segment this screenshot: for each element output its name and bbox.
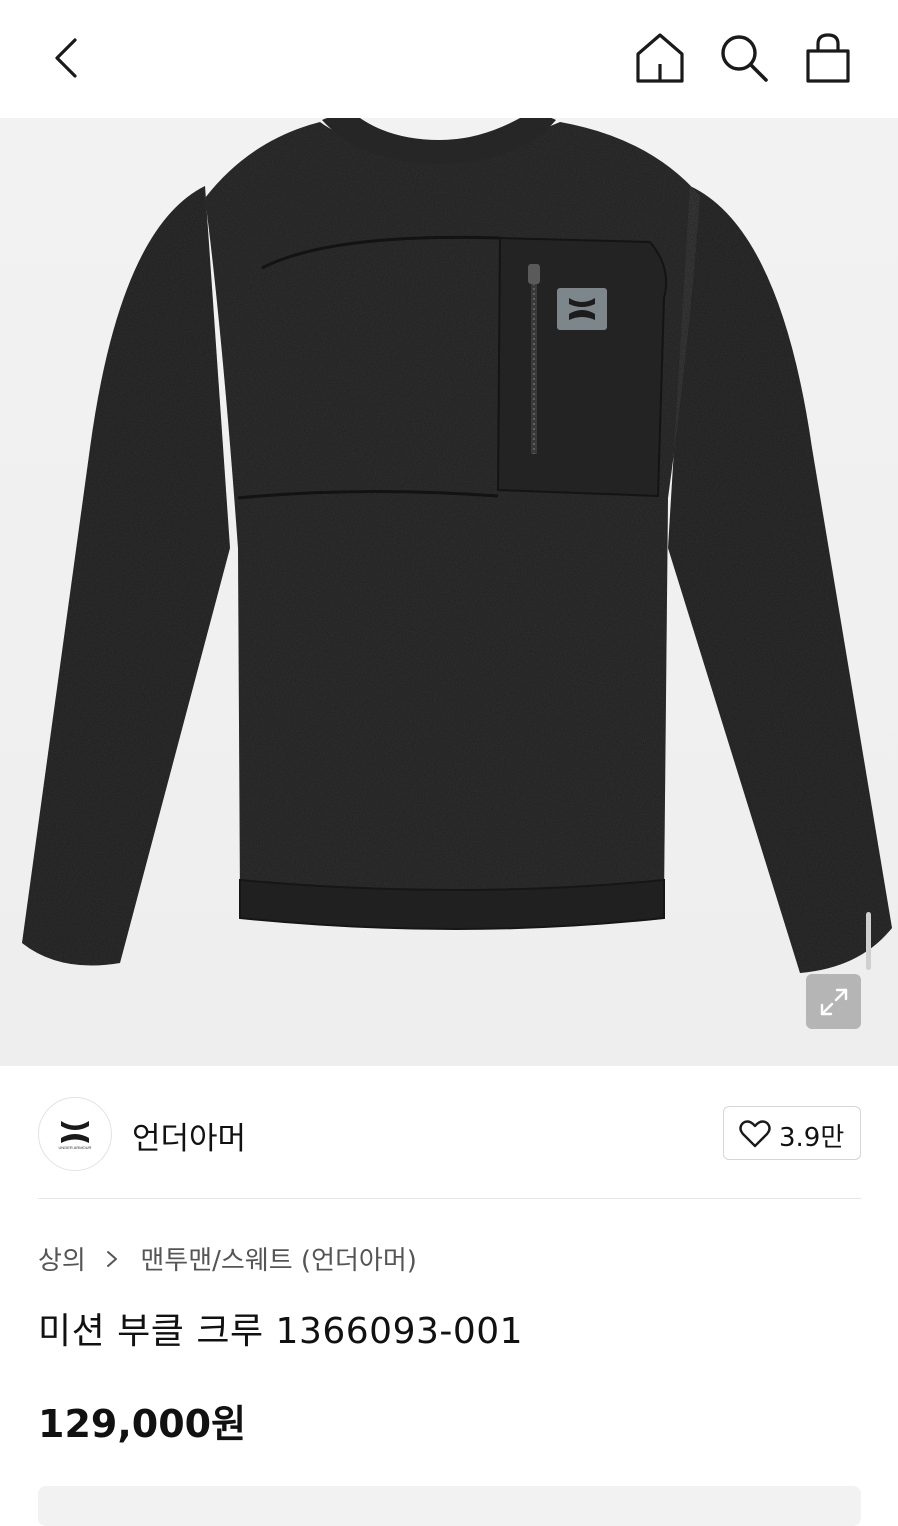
search-icon [721, 35, 768, 82]
chest-pocket [496, 236, 668, 498]
like-count: 3.9만 [779, 1123, 845, 1153]
under-armour-logo-icon: UNDER ARMOUR [59, 1121, 92, 1150]
back-button[interactable] [44, 34, 88, 82]
home-icon [636, 33, 684, 83]
home-button[interactable] [634, 32, 686, 84]
brand-row: UNDER ARMOUR 언더아머 3.9만 [38, 1097, 861, 1171]
expand-icon [820, 988, 848, 1016]
product-image-gallery[interactable] [0, 118, 898, 1066]
section-divider [38, 1198, 861, 1199]
brand-logo[interactable]: UNDER ARMOUR [38, 1097, 112, 1171]
heart-icon [739, 1120, 771, 1148]
product-image [22, 118, 892, 973]
cart-button[interactable] [804, 32, 852, 84]
chevron-right-icon [107, 1250, 118, 1267]
breadcrumb: 상의 맨투맨/스웨트 (언더아머) [38, 1240, 417, 1276]
product-price: 129,000원 [38, 1402, 247, 1446]
chevron-left-icon [55, 38, 77, 78]
options-section[interactable] [38, 1486, 861, 1526]
top-navigation-bar [0, 0, 898, 118]
brand-name[interactable]: 언더아머 [132, 1113, 246, 1158]
brand-logo-text: UNDER ARMOUR [59, 1145, 92, 1150]
breadcrumb-subcategory[interactable]: 맨투맨/스웨트 (언더아머) [140, 1246, 417, 1276]
like-button[interactable]: 3.9만 [723, 1106, 861, 1160]
search-button[interactable] [718, 32, 770, 84]
expand-image-button[interactable] [806, 974, 861, 1029]
logo-patch [557, 288, 607, 330]
shopping-bag-icon [806, 33, 850, 83]
breadcrumb-category[interactable]: 상의 [38, 1246, 86, 1276]
scroll-indicator [866, 912, 871, 970]
product-title: 미션 부클 크루 1366093-001 [38, 1311, 524, 1352]
